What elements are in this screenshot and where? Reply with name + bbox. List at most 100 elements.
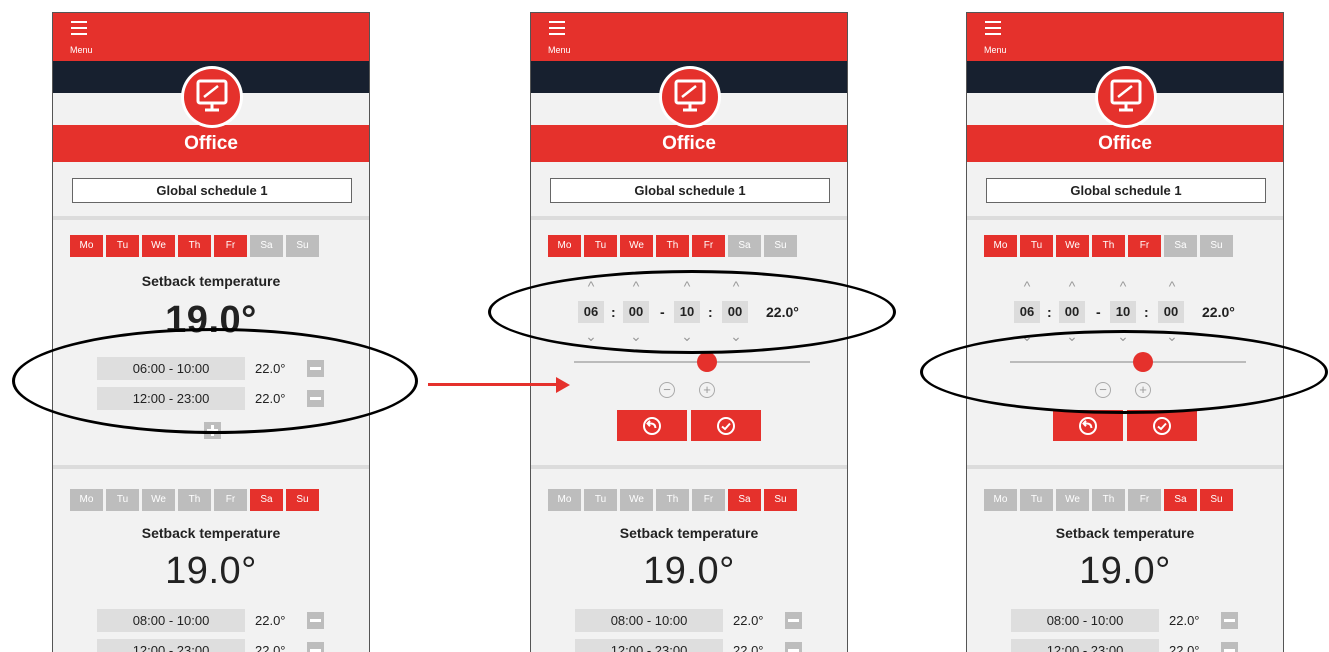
day-sa[interactable]: Sa — [1164, 235, 1197, 257]
time-slot-temp: 22.0° — [255, 643, 286, 652]
day-tu[interactable]: Tu — [584, 235, 617, 257]
divider — [53, 465, 369, 469]
remove-slot-icon[interactable] — [307, 612, 324, 629]
day-tu[interactable]: Tu — [584, 489, 617, 511]
day-th[interactable]: Th — [178, 489, 211, 511]
chevron-up-icon[interactable]: ^ — [1115, 279, 1131, 293]
day-we[interactable]: We — [1056, 489, 1089, 511]
schedule-select[interactable]: Global schedule 1 — [72, 178, 352, 203]
day-fr[interactable]: Fr — [1128, 489, 1161, 511]
chevron-up-icon[interactable]: ^ — [1019, 279, 1035, 293]
time-slot-range[interactable]: 08:00 - 10:00 — [97, 609, 245, 632]
start-minute-field[interactable]: 00 — [1059, 301, 1085, 323]
day-mo[interactable]: Mo — [548, 489, 581, 511]
room-icon-badge — [1098, 69, 1154, 125]
day-th[interactable]: Th — [178, 235, 211, 257]
day-su[interactable]: Su — [286, 235, 319, 257]
chevron-up-icon[interactable]: ^ — [1164, 279, 1180, 293]
top-bar: Menu — [531, 13, 847, 61]
remove-slot-icon[interactable] — [307, 642, 324, 652]
divider — [531, 216, 847, 220]
undo-button[interactable] — [1053, 410, 1123, 441]
day-fr[interactable]: Fr — [692, 489, 725, 511]
divider — [531, 465, 847, 469]
transition-arrow — [428, 383, 560, 386]
day-su[interactable]: Su — [286, 489, 319, 511]
setback-label: Setback temperature — [619, 525, 759, 541]
day-we[interactable]: We — [142, 235, 175, 257]
menu-label[interactable]: Menu — [70, 45, 93, 55]
day-su[interactable]: Su — [764, 489, 797, 511]
setback-value[interactable]: 19.0° — [53, 550, 369, 593]
day-sa[interactable]: Sa — [728, 489, 761, 511]
time-slot-range[interactable]: 12:00 - 23:00 — [1011, 639, 1159, 652]
remove-slot-icon[interactable] — [785, 642, 802, 652]
day-mo[interactable]: Mo — [984, 489, 1017, 511]
remove-slot-icon[interactable] — [785, 612, 802, 629]
day-we[interactable]: We — [1056, 235, 1089, 257]
day-we[interactable]: We — [142, 489, 175, 511]
divider — [967, 216, 1283, 220]
schedule-select[interactable]: Global schedule 1 — [550, 178, 830, 203]
time-slot-range[interactable]: 12:00 - 23:00 — [575, 639, 723, 652]
setback-value[interactable]: 19.0° — [531, 550, 847, 593]
day-fr[interactable]: Fr — [214, 489, 247, 511]
menu-icon[interactable] — [985, 21, 1001, 35]
menu-label[interactable]: Menu — [548, 45, 571, 55]
day-th[interactable]: Th — [656, 235, 689, 257]
time-slot-range[interactable]: 12:00 - 23:00 — [97, 639, 245, 652]
start-hour-field[interactable]: 06 — [1014, 301, 1040, 323]
day-mo[interactable]: Mo — [984, 235, 1017, 257]
day-fr[interactable]: Fr — [214, 235, 247, 257]
end-hour-field[interactable]: 10 — [1110, 301, 1136, 323]
menu-icon[interactable] — [549, 21, 565, 35]
temperature-slider-track[interactable] — [574, 361, 810, 363]
day-mo[interactable]: Mo — [70, 235, 103, 257]
undo-button[interactable] — [617, 410, 687, 441]
day-su[interactable]: Su — [764, 235, 797, 257]
time-colon: : — [1047, 304, 1052, 320]
confirm-button[interactable] — [1127, 410, 1197, 441]
highlight-ellipse — [488, 270, 896, 354]
plus-icon[interactable]: + — [699, 382, 715, 398]
menu-label[interactable]: Menu — [984, 45, 1007, 55]
time-slot-temp: 22.0° — [255, 613, 286, 628]
day-th[interactable]: Th — [1092, 235, 1125, 257]
room-name: Office — [184, 133, 238, 154]
minus-icon[interactable]: − — [659, 382, 675, 398]
day-sa[interactable]: Sa — [1164, 489, 1197, 511]
chevron-up-icon[interactable]: ^ — [1064, 279, 1080, 293]
day-fr[interactable]: Fr — [692, 235, 725, 257]
day-tu[interactable]: Tu — [106, 235, 139, 257]
day-sa[interactable]: Sa — [250, 489, 283, 511]
day-su[interactable]: Su — [1200, 235, 1233, 257]
day-mo[interactable]: Mo — [548, 235, 581, 257]
day-we[interactable]: We — [620, 235, 653, 257]
day-th[interactable]: Th — [1092, 489, 1125, 511]
setback-value[interactable]: 19.0° — [967, 550, 1283, 593]
top-bar: Menu — [53, 13, 369, 61]
day-sa[interactable]: Sa — [250, 235, 283, 257]
setback-label: Setback temperature — [141, 525, 281, 541]
slot-temperature: 22.0° — [1202, 304, 1235, 320]
room-name: Office — [1098, 133, 1152, 154]
remove-slot-icon[interactable] — [1221, 612, 1238, 629]
divider — [967, 465, 1283, 469]
day-sa[interactable]: Sa — [728, 235, 761, 257]
day-th[interactable]: Th — [656, 489, 689, 511]
day-tu[interactable]: Tu — [1020, 235, 1053, 257]
menu-icon[interactable] — [71, 21, 87, 35]
day-mo[interactable]: Mo — [70, 489, 103, 511]
day-tu[interactable]: Tu — [106, 489, 139, 511]
time-slot-range[interactable]: 08:00 - 10:00 — [575, 609, 723, 632]
schedule-select[interactable]: Global schedule 1 — [986, 178, 1266, 203]
remove-slot-icon[interactable] — [1221, 642, 1238, 652]
day-fr[interactable]: Fr — [1128, 235, 1161, 257]
time-slot-range[interactable]: 08:00 - 10:00 — [1011, 609, 1159, 632]
day-tu[interactable]: Tu — [1020, 489, 1053, 511]
day-we[interactable]: We — [620, 489, 653, 511]
temperature-slider-thumb[interactable] — [697, 352, 717, 372]
confirm-button[interactable] — [691, 410, 761, 441]
end-minute-field[interactable]: 00 — [1158, 301, 1184, 323]
day-su[interactable]: Su — [1200, 489, 1233, 511]
